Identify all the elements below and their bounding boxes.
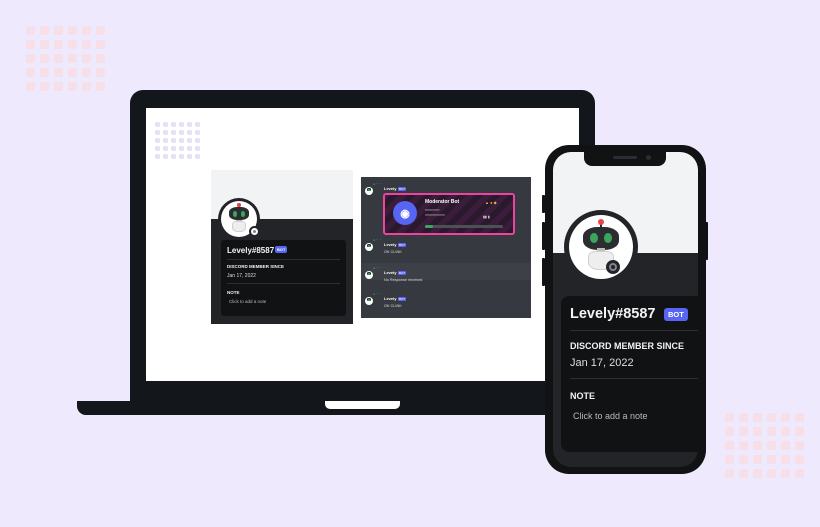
offline-status-icon xyxy=(249,226,260,237)
member-since-date: Jan 17, 2022 xyxy=(570,357,634,369)
phone-speaker xyxy=(613,156,637,159)
embed-title: Moderator Bot xyxy=(425,199,460,205)
message-text: OK CLINK xyxy=(384,250,402,254)
message-avatar[interactable] xyxy=(365,187,373,195)
bot-badge: BOT xyxy=(398,297,407,301)
bot-badge: BOT xyxy=(398,187,407,191)
bot-badge: BOT xyxy=(398,243,407,247)
laptop-chat-panel: ● ····· Levely BOT ◉ Moderator Bot ━━━━━… xyxy=(361,177,531,318)
rank-icon: ▮▮ ▮ xyxy=(483,215,490,219)
embed-line: ━━━━━━━━ xyxy=(425,208,440,212)
offline-status-icon xyxy=(606,260,620,274)
note-input[interactable]: Click to add a note xyxy=(573,411,648,421)
profile-card: Levely#8587 BOT DISCORD MEMBER SINCE Jan… xyxy=(561,296,698,452)
reply-reference: ● ····· xyxy=(373,266,382,270)
message-avatar[interactable] xyxy=(365,243,373,251)
member-since-heading: DISCORD MEMBER SINCE xyxy=(570,341,685,351)
avatar[interactable] xyxy=(564,210,638,284)
message-author[interactable]: Levely xyxy=(384,270,396,275)
message-author[interactable]: Levely xyxy=(384,296,396,301)
xp-progress-bar xyxy=(425,225,503,228)
divider xyxy=(570,378,698,379)
member-since-heading: DISCORD MEMBER SINCE xyxy=(227,264,285,269)
embed-line: ━━━━━━━━━━━ xyxy=(425,213,445,217)
decorative-dot-grid xyxy=(155,122,200,159)
avatar[interactable] xyxy=(218,198,260,240)
robot-avatar-icon xyxy=(569,215,633,279)
message-author[interactable]: Levely xyxy=(384,242,396,247)
divider xyxy=(227,283,340,284)
message-author[interactable]: Levely xyxy=(384,186,396,191)
laptop-notch xyxy=(325,401,400,409)
message-avatar[interactable] xyxy=(365,297,373,305)
camera-icon xyxy=(646,155,651,160)
phone-notch xyxy=(584,152,666,166)
phone-profile-screen: Levely#8587 BOT DISCORD MEMBER SINCE Jan… xyxy=(553,152,698,467)
bot-badge: BOT xyxy=(275,246,288,253)
message-avatar[interactable] xyxy=(365,271,373,279)
reply-reference: ● ····· xyxy=(373,238,382,242)
reply-reference: ● ····· xyxy=(373,292,382,296)
divider xyxy=(570,330,698,331)
decorative-dot-grid xyxy=(26,26,105,91)
discord-logo-icon: ◉ xyxy=(393,201,417,225)
badges-icon: ▲ ● ◆ xyxy=(485,200,497,205)
message-text: OK CLINK xyxy=(384,304,402,308)
decorative-dot-grid xyxy=(725,413,804,478)
note-heading: NOTE xyxy=(570,391,596,401)
reply-reference: ● ····· xyxy=(373,182,382,186)
message-text: No Response received xyxy=(384,278,423,282)
bot-badge: BOT xyxy=(398,271,407,275)
member-since-date: Jan 17, 2022 xyxy=(227,273,256,279)
note-input[interactable]: Click to add a note xyxy=(229,299,266,304)
laptop-profile-panel: Levely#8587 BOT DISCORD MEMBER SINCE Jan… xyxy=(211,170,353,324)
username: Levely#8587 xyxy=(570,306,656,322)
username: Levely#8587 xyxy=(227,246,275,255)
note-heading: NOTE xyxy=(227,290,240,295)
profile-card: Levely#8587 BOT DISCORD MEMBER SINCE Jan… xyxy=(221,240,346,316)
divider xyxy=(227,259,340,260)
bot-badge: BOT xyxy=(664,308,688,321)
rank-card-embed: ◉ Moderator Bot ━━━━━━━━ ━━━━━━━━━━━ ▲ ●… xyxy=(383,193,515,235)
